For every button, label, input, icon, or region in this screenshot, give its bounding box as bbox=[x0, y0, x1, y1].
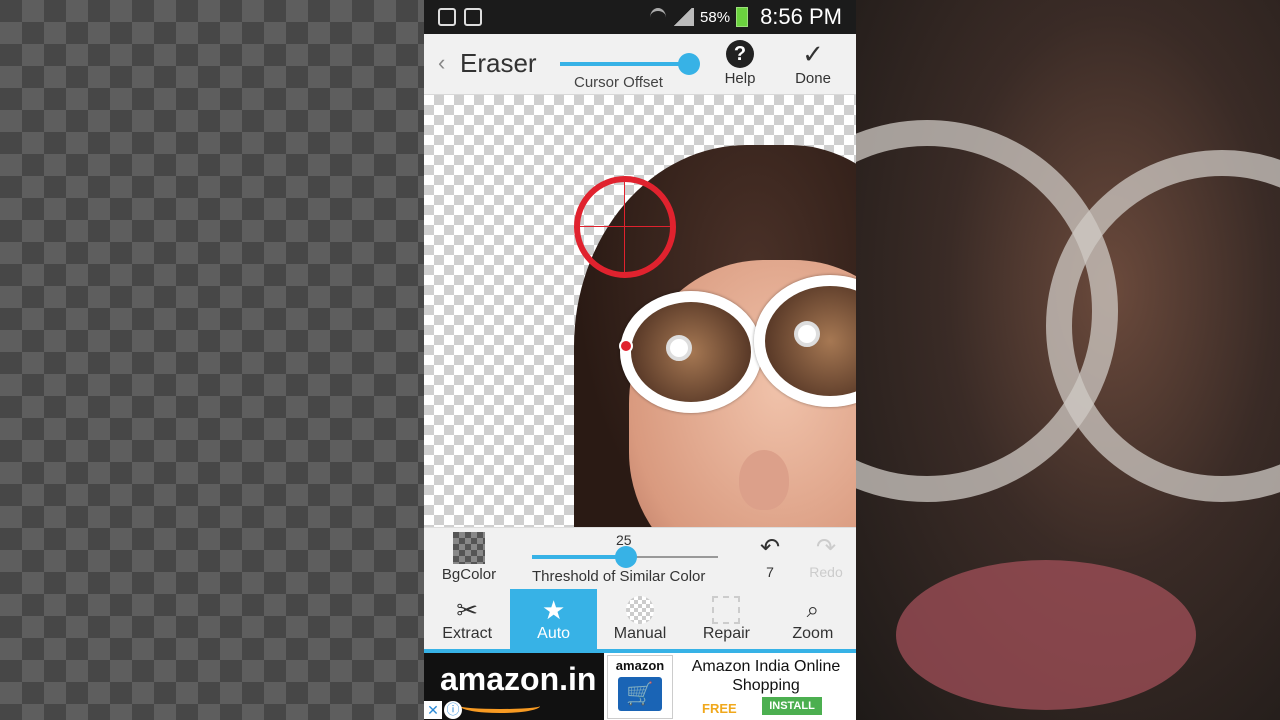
tool-options-row: BgColor 25 Threshold of Similar Color ↶ … bbox=[424, 527, 856, 590]
battery-icon bbox=[736, 7, 749, 27]
ad-logo-word: amazon bbox=[615, 658, 665, 673]
scissors-icon: ✂ bbox=[456, 595, 479, 625]
reticle-vertical-line bbox=[624, 182, 625, 272]
action-bar: ‹ Eraser Cursor Offset ? Help ✓ Done bbox=[424, 34, 856, 95]
clock: 8:56 PM bbox=[760, 4, 842, 29]
signal-icon bbox=[672, 8, 695, 26]
status-bar: 58% 8:56 PM bbox=[424, 0, 856, 34]
photo-glare-right bbox=[794, 321, 820, 347]
tab-label: Zoom bbox=[792, 625, 834, 642]
battery-percent: 58% bbox=[700, 8, 731, 26]
help-button[interactable]: ? Help bbox=[710, 40, 770, 87]
photo-nose bbox=[739, 450, 789, 510]
threshold-slider-fill bbox=[532, 555, 626, 559]
check-icon: ✓ bbox=[802, 39, 824, 69]
tab-label: Extract bbox=[442, 625, 493, 642]
ad-install-button[interactable]: INSTALL bbox=[762, 697, 822, 715]
back-chevron-icon[interactable]: ‹ bbox=[438, 50, 445, 76]
ad-info-icon[interactable]: ⓘ bbox=[444, 701, 462, 719]
tab-label: Auto bbox=[537, 625, 571, 642]
eraser-target-reticle[interactable] bbox=[574, 176, 676, 278]
cursor-offset-label: Cursor Offset bbox=[574, 74, 663, 91]
blurred-lips bbox=[896, 560, 1196, 710]
tab-zoom[interactable]: ⌕ Zoom bbox=[770, 589, 856, 649]
tab-label: Repair bbox=[702, 625, 750, 642]
redo-icon: ↷ bbox=[815, 534, 837, 561]
page-title: Eraser bbox=[460, 48, 537, 78]
redo-label: Redo bbox=[809, 564, 843, 580]
reticle-horizontal-line bbox=[580, 226, 670, 227]
threshold-slider-thumb[interactable] bbox=[615, 546, 637, 568]
amazon-smile-logo bbox=[460, 699, 540, 713]
undo-count: 7 bbox=[766, 564, 774, 580]
tab-repair[interactable]: Repair bbox=[683, 589, 769, 649]
editing-canvas[interactable] bbox=[424, 95, 856, 527]
redo-button[interactable]: ↷ Redo bbox=[804, 534, 848, 581]
left-background-checker bbox=[0, 0, 424, 720]
repair-icon bbox=[712, 596, 741, 624]
manual-eraser-icon bbox=[626, 596, 655, 624]
tab-auto[interactable]: ★ Auto bbox=[510, 589, 597, 649]
help-icon: ? bbox=[726, 40, 754, 68]
ad-app-logo: amazon 🛒 bbox=[607, 655, 673, 719]
right-background-blurred-photo bbox=[856, 0, 1280, 720]
bgcolor-label: BgColor bbox=[441, 566, 497, 583]
bgcolor-button[interactable]: BgColor bbox=[434, 532, 504, 583]
cursor-offset-slider-thumb[interactable] bbox=[678, 53, 700, 75]
ad-close-icon[interactable]: ✕ bbox=[424, 701, 442, 719]
ad-title: Amazon India Online Shopping bbox=[691, 658, 841, 694]
checker-swatch-icon bbox=[453, 532, 485, 564]
cart-icon: 🛒 bbox=[618, 677, 662, 711]
undo-icon: ↶ bbox=[759, 534, 781, 561]
magnifier-icon: ⌕ bbox=[806, 597, 819, 622]
help-label: Help bbox=[724, 70, 756, 87]
undo-button[interactable]: ↶ 7 bbox=[750, 534, 790, 581]
done-label: Done bbox=[795, 70, 831, 87]
tab-label: Manual bbox=[613, 625, 667, 642]
mode-tabs: ✂ Extract ★ Auto Manual Repair ⌕ Zoom bbox=[424, 589, 856, 653]
cursor-offset-dot[interactable] bbox=[619, 339, 633, 353]
ad-price: FREE bbox=[702, 701, 737, 716]
tab-manual[interactable]: Manual bbox=[597, 589, 683, 649]
ad-brand-name: amazon.in bbox=[440, 661, 597, 697]
star-icon: ★ bbox=[541, 595, 566, 625]
done-button[interactable]: ✓ Done bbox=[783, 40, 843, 87]
threshold-label: Threshold of Similar Color bbox=[532, 568, 706, 585]
phone-update-icon bbox=[464, 8, 482, 26]
phone-screen: 58% 8:56 PM ‹ Eraser Cursor Offset ? Hel… bbox=[424, 0, 856, 720]
wifi-icon bbox=[650, 7, 667, 27]
ad-banner[interactable]: amazon.in ✕ ⓘ amazon 🛒 Amazon India Onli… bbox=[424, 653, 856, 720]
screenshot-icon bbox=[438, 8, 456, 26]
cursor-offset-slider-track[interactable] bbox=[560, 62, 690, 66]
tab-extract[interactable]: ✂ Extract bbox=[424, 589, 510, 649]
photo-glare-left bbox=[666, 335, 692, 361]
